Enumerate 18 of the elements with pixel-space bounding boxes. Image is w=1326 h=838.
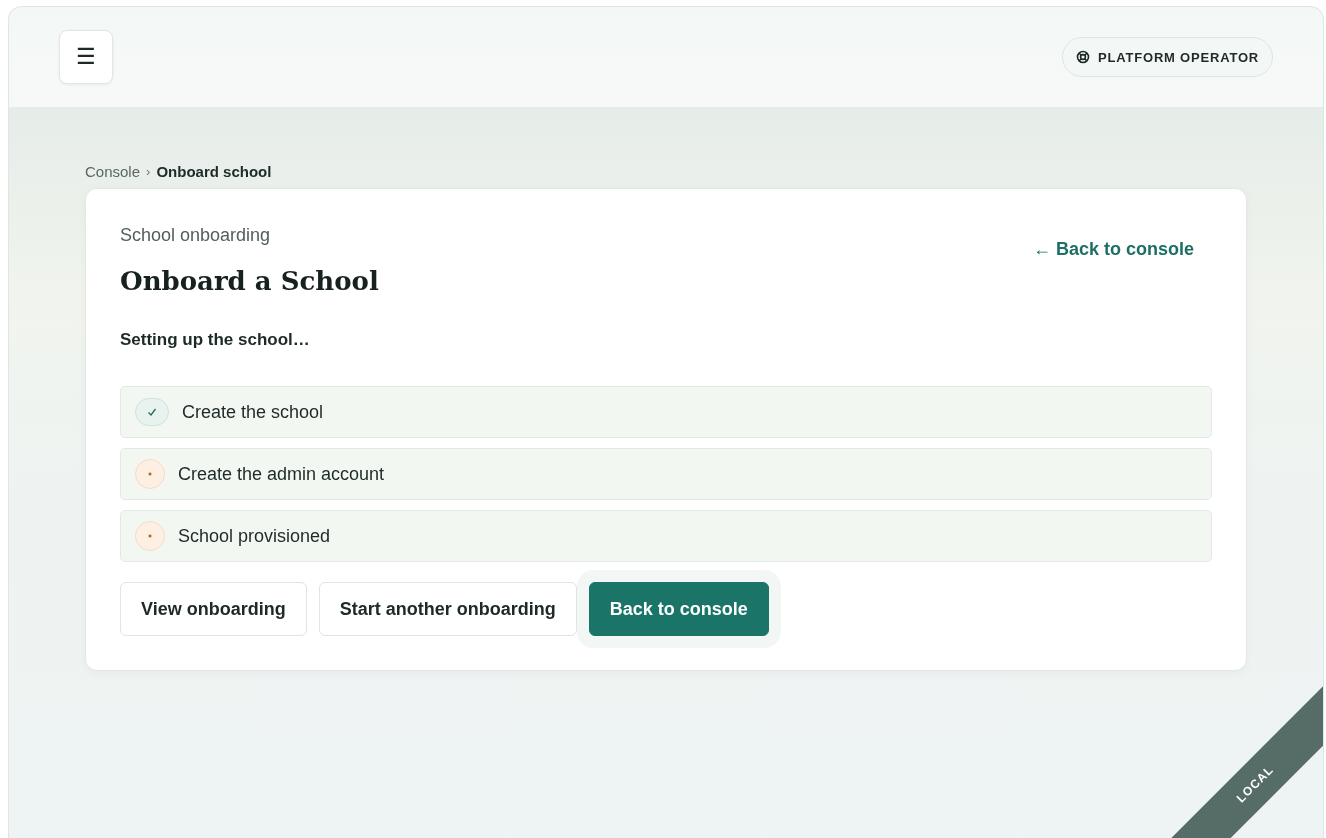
breadcrumb-separator: › bbox=[146, 163, 151, 179]
secondary-button[interactable]: View onboarding bbox=[120, 582, 307, 636]
back-link[interactable]: ← Back to console bbox=[1032, 239, 1194, 260]
step-label: Create the admin account bbox=[178, 463, 385, 485]
status-text: Setting up the school… bbox=[120, 330, 311, 350]
card-eyebrow: School onboarding bbox=[120, 225, 272, 246]
page-title: Onboard a School bbox=[120, 266, 379, 296]
pending-dot-icon bbox=[135, 459, 165, 489]
step-label: School provisioned bbox=[178, 525, 331, 547]
breadcrumb-current: Onboard school bbox=[156, 162, 272, 180]
check-icon bbox=[135, 398, 169, 426]
role-badge: PLATFORM OPERATOR bbox=[1062, 37, 1273, 77]
breadcrumb-link[interactable]: Console bbox=[85, 162, 141, 180]
secondary-button[interactable]: Start another onboarding bbox=[318, 582, 577, 636]
pending-dot-icon bbox=[135, 521, 165, 551]
lifebuoy-icon bbox=[1076, 50, 1091, 64]
menu-button[interactable]: ☰ bbox=[59, 30, 113, 84]
step-label: Create the school bbox=[182, 401, 324, 423]
